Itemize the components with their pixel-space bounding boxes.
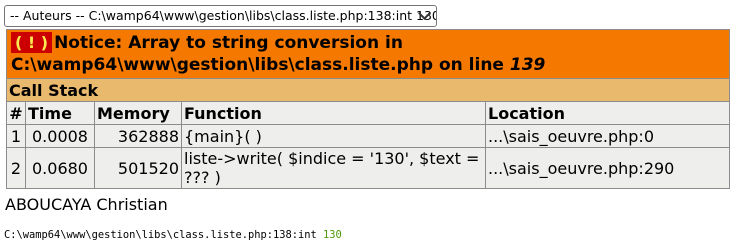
header-time: Time bbox=[25, 101, 95, 125]
header-location: Location bbox=[485, 101, 730, 125]
row-function: liste->write( $indice = '130', $text = ?… bbox=[181, 147, 486, 189]
var-dump-output: C:\wamp64\www\gestion\libs\class.liste.p… bbox=[4, 229, 342, 241]
authors-select[interactable]: -- Auteurs -- C:\wamp64\www\gestion\libs… bbox=[4, 5, 437, 27]
header-num: # bbox=[6, 101, 26, 125]
var-dump-path: C:\wamp64\www\gestion\libs\class.liste.p… bbox=[4, 229, 324, 241]
row-memory: 362888 bbox=[94, 124, 182, 148]
row-memory: 501520 bbox=[94, 147, 182, 189]
notice-line: 139 bbox=[509, 55, 546, 75]
row-time: 0.0680 bbox=[25, 147, 95, 189]
call-stack-title: Call Stack bbox=[6, 78, 730, 102]
row-location: ...\sais_oeuvre.php:0 bbox=[485, 124, 730, 148]
row-num: 1 bbox=[6, 124, 26, 148]
author-name: ABOUCAYA Christian bbox=[5, 195, 168, 214]
var-dump-value: 130 bbox=[323, 229, 342, 241]
error-icon: ( ! ) bbox=[11, 32, 53, 53]
row-time: 0.0008 bbox=[25, 124, 95, 148]
notice-message: ( ! ) Notice: Array to string conversion … bbox=[6, 29, 730, 79]
header-memory: Memory bbox=[94, 101, 182, 125]
notice-text: Notice: Array to string conversion in C:… bbox=[11, 33, 510, 75]
row-location: ...\sais_oeuvre.php:290 bbox=[485, 147, 730, 189]
table-row: 1 0.0008 362888 {main}( ) ...\sais_oeuvr… bbox=[6, 124, 730, 148]
xdebug-error-table: ( ! ) Notice: Array to string conversion … bbox=[6, 29, 730, 189]
table-row: 2 0.0680 501520 liste->write( $indice = … bbox=[6, 147, 730, 189]
row-num: 2 bbox=[6, 147, 26, 189]
row-function: {main}( ) bbox=[181, 124, 486, 148]
header-function: Function bbox=[181, 101, 486, 125]
call-stack-header: # Time Memory Function Location bbox=[6, 101, 730, 125]
authors-select-value: -- Auteurs -- C:\wamp64\www\gestion\libs… bbox=[10, 8, 437, 23]
